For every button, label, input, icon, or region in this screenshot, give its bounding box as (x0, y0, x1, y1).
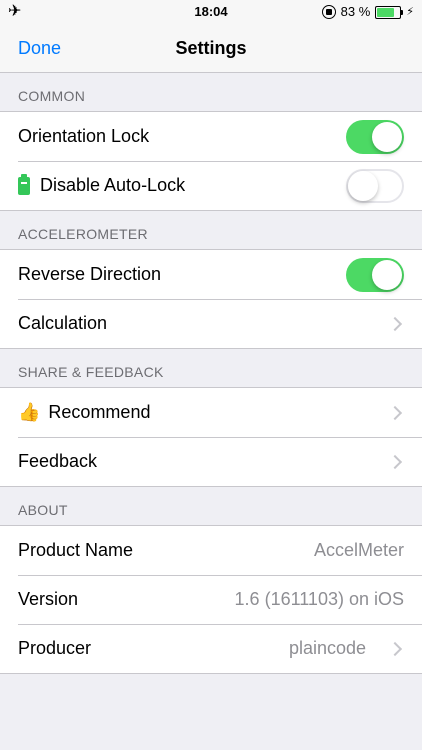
group-accelerometer: Reverse Direction Calculation (0, 249, 422, 349)
product-name-value: AccelMeter (313, 540, 404, 560)
version-value: 1.6 (1611103) on iOS (234, 589, 404, 609)
charging-bolt-icon: ⚡ (406, 6, 414, 18)
producer-value: plaincode (288, 638, 366, 658)
navigation-bar: Done Settings (0, 24, 422, 73)
settings-list: COMMON Orientation Lock Disable Auto-Loc… (0, 73, 422, 674)
battery-percent: 83 % (340, 4, 371, 19)
switch-knob (372, 121, 402, 152)
thumbs-up-icon: 👍 (18, 402, 41, 422)
chevron-right-icon (387, 454, 403, 469)
row-calculation[interactable]: Calculation (0, 299, 422, 348)
chevron-right-icon (387, 316, 403, 331)
row-version: Version 1.6 (1611103) on iOS (0, 575, 422, 624)
disable-autolock-switch[interactable] (346, 168, 404, 203)
section-header-accelerometer: ACCELEROMETER (18, 226, 148, 242)
row-recommend[interactable]: 👍 Recommend (0, 388, 422, 437)
section-header-about: ABOUT (18, 502, 68, 518)
chevron-right-icon (387, 405, 403, 420)
status-right: 83 % ⚡ (321, 0, 414, 24)
orientation-lock-switch[interactable] (346, 119, 404, 154)
group-share: 👍 Recommend Feedback (0, 387, 422, 487)
feedback-label: Feedback (18, 451, 98, 471)
product-name-label: Product Name (18, 540, 134, 560)
row-feedback[interactable]: Feedback (0, 437, 422, 486)
group-common: Orientation Lock Disable Auto-Lock (0, 111, 422, 211)
recommend-label: Recommend (48, 402, 151, 422)
section-header-share: SHARE & FEEDBACK (18, 364, 164, 380)
row-disable-autolock: Disable Auto-Lock (0, 161, 422, 210)
battery-icon (18, 173, 30, 195)
orientation-lock-label: Orientation Lock (18, 126, 150, 146)
row-product-name: Product Name AccelMeter (0, 526, 422, 575)
page-title: Settings (175, 38, 247, 58)
switch-knob (372, 259, 402, 290)
calculation-label: Calculation (18, 313, 108, 333)
reverse-direction-label: Reverse Direction (18, 264, 162, 284)
battery-fill (377, 7, 394, 17)
version-label: Version (18, 589, 79, 609)
row-producer[interactable]: Producer plaincode (0, 624, 422, 673)
group-about: Product Name AccelMeter Version 1.6 (161… (0, 525, 422, 674)
producer-label: Producer (18, 638, 92, 658)
rotation-lock-icon (321, 5, 336, 19)
disable-autolock-label: Disable Auto-Lock (40, 175, 186, 195)
status-bar: ✈ 18:04 83 % ⚡ (0, 0, 422, 24)
battery-icon (375, 5, 404, 19)
section-header-common: COMMON (18, 88, 86, 104)
reverse-direction-switch[interactable] (346, 257, 404, 292)
switch-knob (348, 170, 378, 201)
row-reverse-direction: Reverse Direction (0, 250, 422, 299)
chevron-right-icon (387, 641, 403, 656)
row-orientation-lock: Orientation Lock (0, 112, 422, 161)
